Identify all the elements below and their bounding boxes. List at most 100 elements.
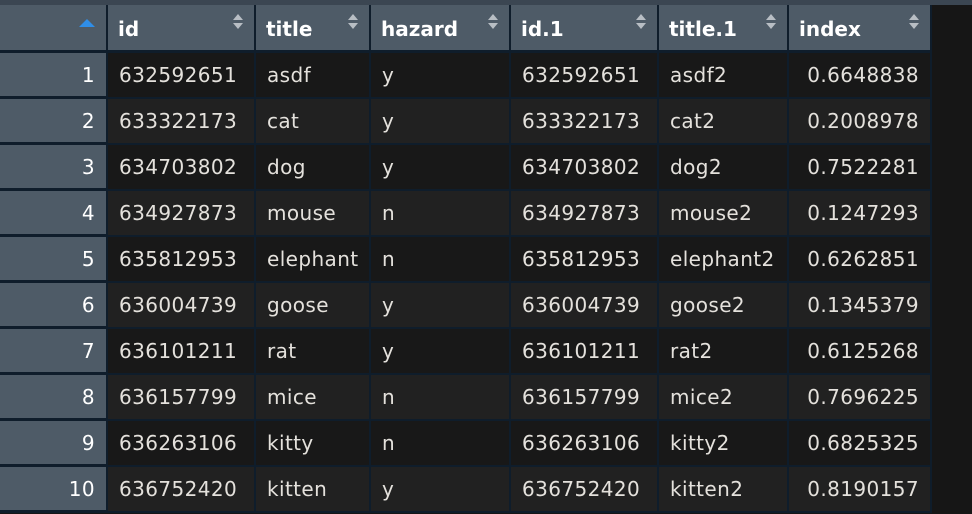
cell-title-1: goose2 bbox=[659, 283, 789, 329]
column-header-rownum[interactable] bbox=[0, 5, 108, 53]
cell-index: 0.1345379 bbox=[789, 283, 932, 329]
table-row: 3 634703802 dog y 634703802 dog2 0.7522281 bbox=[0, 145, 932, 191]
cell-index: 0.6825325 bbox=[789, 421, 932, 467]
table-row: 10 636752420 kitten y 636752420 kitten2 0.8190… bbox=[0, 467, 932, 513]
sort-icon[interactable] bbox=[635, 14, 647, 30]
cell-index: 0.6262851 bbox=[789, 237, 932, 283]
column-header-id-1[interactable]: id.1 bbox=[511, 5, 659, 53]
cell-id: 634703802 bbox=[108, 145, 256, 191]
data-table: id title hazard id.1 title.1 index 1 632… bbox=[0, 5, 932, 513]
column-header-title[interactable]: title bbox=[256, 5, 371, 53]
cell-title: asdf bbox=[256, 53, 371, 99]
table-row: 2 633322173 cat y 633322173 cat2 0.2008978 bbox=[0, 99, 932, 145]
cell-title-1: cat2 bbox=[659, 99, 789, 145]
sort-ascending-icon bbox=[79, 19, 95, 27]
cell-title: goose bbox=[256, 283, 371, 329]
table-row: 5 635812953 elephant n 635812953 elephant2 0.6… bbox=[0, 237, 932, 283]
cell-title-1: mice2 bbox=[659, 375, 789, 421]
cell-index: 0.7522281 bbox=[789, 145, 932, 191]
cell-id-1: 636157799 bbox=[511, 375, 659, 421]
sort-icon[interactable] bbox=[347, 14, 359, 30]
cell-index: 0.1247293 bbox=[789, 191, 932, 237]
cell-id-1: 636752420 bbox=[511, 467, 659, 513]
column-header-label: title bbox=[266, 16, 313, 41]
cell-id-1: 633322173 bbox=[511, 99, 659, 145]
cell-title-1: kitten2 bbox=[659, 467, 789, 513]
column-header-label: id bbox=[118, 16, 140, 41]
table-row: 8 636157799 mice n 636157799 mice2 0.7696225 bbox=[0, 375, 932, 421]
row-number: 10 bbox=[0, 467, 108, 513]
cell-title-1: dog2 bbox=[659, 145, 789, 191]
cell-id-1: 636101211 bbox=[511, 329, 659, 375]
column-header-index[interactable]: index bbox=[789, 5, 932, 53]
column-header-title-1[interactable]: title.1 bbox=[659, 5, 789, 53]
row-number: 2 bbox=[0, 99, 108, 145]
row-number: 4 bbox=[0, 191, 108, 237]
cell-index: 0.2008978 bbox=[789, 99, 932, 145]
sort-icon[interactable] bbox=[908, 14, 920, 30]
cell-hazard: y bbox=[371, 53, 511, 99]
column-header-id[interactable]: id bbox=[108, 5, 256, 53]
table-row: 7 636101211 rat y 636101211 rat2 0.6125268 bbox=[0, 329, 932, 375]
cell-index: 0.6648838 bbox=[789, 53, 932, 99]
cell-title: cat bbox=[256, 99, 371, 145]
cell-title-1: rat2 bbox=[659, 329, 789, 375]
cell-id: 636101211 bbox=[108, 329, 256, 375]
cell-hazard: n bbox=[371, 237, 511, 283]
cell-hazard: y bbox=[371, 99, 511, 145]
row-number: 6 bbox=[0, 283, 108, 329]
cell-title: dog bbox=[256, 145, 371, 191]
sort-icon[interactable] bbox=[232, 14, 244, 30]
cell-title-1: kitty2 bbox=[659, 421, 789, 467]
table-row: 4 634927873 mouse n 634927873 mouse2 0.1247293 bbox=[0, 191, 932, 237]
cell-title-1: elephant2 bbox=[659, 237, 789, 283]
cell-id: 634927873 bbox=[108, 191, 256, 237]
cell-hazard: y bbox=[371, 467, 511, 513]
cell-title: mice bbox=[256, 375, 371, 421]
cell-id: 635812953 bbox=[108, 237, 256, 283]
cell-title: mouse bbox=[256, 191, 371, 237]
cell-title: kitten bbox=[256, 467, 371, 513]
column-header-label: id.1 bbox=[521, 16, 564, 41]
cell-id: 632592651 bbox=[108, 53, 256, 99]
table-row: 6 636004739 goose y 636004739 goose2 0.1345379 bbox=[0, 283, 932, 329]
data-viewer: id title hazard id.1 title.1 index 1 632… bbox=[0, 0, 972, 514]
cell-id-1: 636263106 bbox=[511, 421, 659, 467]
column-header-label: title.1 bbox=[669, 16, 737, 41]
row-number: 3 bbox=[0, 145, 108, 191]
row-number: 8 bbox=[0, 375, 108, 421]
cell-hazard: n bbox=[371, 421, 511, 467]
cell-title-1: mouse2 bbox=[659, 191, 789, 237]
cell-title: elephant bbox=[256, 237, 371, 283]
cell-index: 0.8190157 bbox=[789, 467, 932, 513]
cell-title-1: asdf2 bbox=[659, 53, 789, 99]
cell-id: 636263106 bbox=[108, 421, 256, 467]
row-number: 7 bbox=[0, 329, 108, 375]
cell-title: rat bbox=[256, 329, 371, 375]
cell-hazard: n bbox=[371, 375, 511, 421]
column-header-label: hazard bbox=[381, 16, 459, 41]
column-header-label: index bbox=[799, 16, 861, 41]
cell-hazard: y bbox=[371, 283, 511, 329]
cell-id-1: 634927873 bbox=[511, 191, 659, 237]
sort-icon[interactable] bbox=[487, 14, 499, 30]
cell-hazard: y bbox=[371, 145, 511, 191]
table-row: 1 632592651 asdf y 632592651 asdf2 0.6648838 bbox=[0, 53, 932, 99]
cell-id-1: 635812953 bbox=[511, 237, 659, 283]
cell-id-1: 636004739 bbox=[511, 283, 659, 329]
table-row: 9 636263106 kitty n 636263106 kitty2 0.6825325 bbox=[0, 421, 932, 467]
cell-id: 633322173 bbox=[108, 99, 256, 145]
column-header-hazard[interactable]: hazard bbox=[371, 5, 511, 53]
header-row: id title hazard id.1 title.1 index bbox=[0, 5, 932, 53]
cell-id-1: 634703802 bbox=[511, 145, 659, 191]
cell-id: 636004739 bbox=[108, 283, 256, 329]
cell-id: 636752420 bbox=[108, 467, 256, 513]
cell-id-1: 632592651 bbox=[511, 53, 659, 99]
row-number: 1 bbox=[0, 53, 108, 99]
cell-title: kitty bbox=[256, 421, 371, 467]
cell-index: 0.6125268 bbox=[789, 329, 932, 375]
row-number: 9 bbox=[0, 421, 108, 467]
sort-icon[interactable] bbox=[765, 14, 777, 30]
row-number: 5 bbox=[0, 237, 108, 283]
cell-hazard: n bbox=[371, 191, 511, 237]
